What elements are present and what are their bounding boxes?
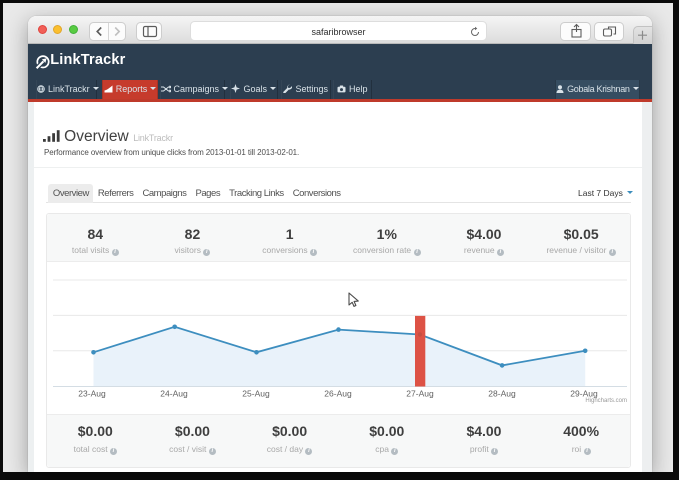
svg-text:Highcharts.com: Highcharts.com — [585, 398, 627, 404]
svg-text:26-Aug: 26-Aug — [324, 389, 352, 399]
svg-text:23-Aug: 23-Aug — [78, 389, 106, 399]
svg-text:25-Aug: 25-Aug — [242, 389, 270, 399]
svg-text:29-Aug: 29-Aug — [570, 389, 598, 399]
svg-text:27-Aug: 27-Aug — [406, 389, 434, 399]
svg-text:24-Aug: 24-Aug — [160, 389, 188, 399]
svg-text:28-Aug: 28-Aug — [488, 389, 516, 399]
